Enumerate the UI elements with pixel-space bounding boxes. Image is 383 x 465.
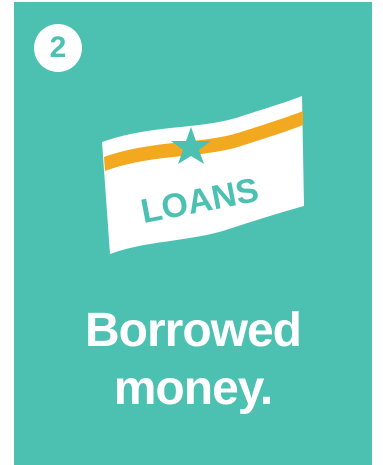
caption-line-1: Borrowed xyxy=(84,304,302,357)
step-badge: 2 xyxy=(34,24,82,72)
loan-banner-icon: LOANS xyxy=(102,96,304,254)
step-number: 2 xyxy=(49,31,67,64)
banner-body xyxy=(102,96,304,254)
caption-line-2: money. xyxy=(113,362,273,415)
caption: Borrowed money. xyxy=(14,302,372,418)
info-card: 2 LOANS Borrowed money. xyxy=(14,2,372,465)
